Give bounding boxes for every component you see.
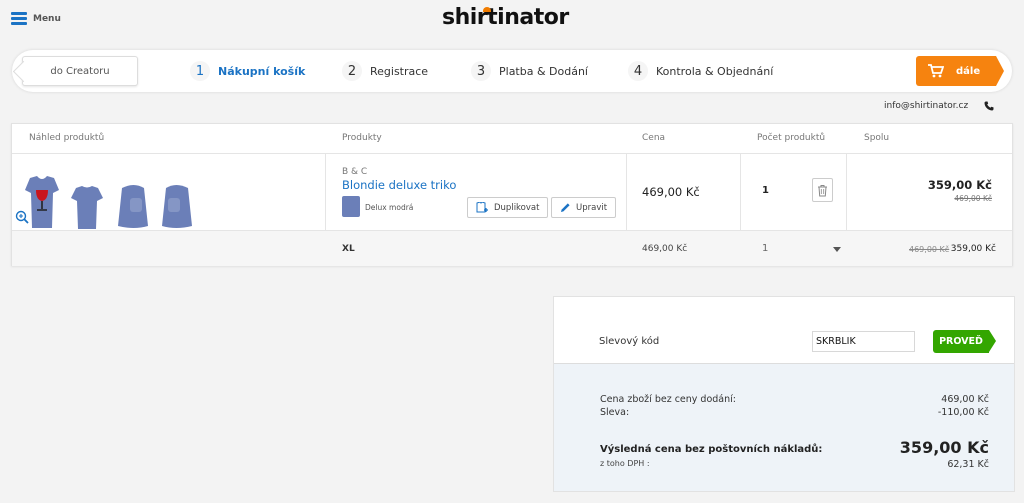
step-label: Nákupní košík (218, 64, 306, 78)
hamburger-icon (11, 12, 27, 25)
trash-icon (818, 184, 827, 196)
logo[interactable]: shirtinator (442, 5, 569, 30)
contact-email[interactable]: info@shirtinator.cz (884, 101, 968, 111)
phone-icon[interactable] (984, 101, 994, 111)
header-divider (12, 153, 1012, 154)
product-thumbnails (24, 176, 196, 230)
step-number: 1 (190, 61, 210, 81)
discount-line-value: -110,00 Kč (937, 407, 989, 418)
logo-accent (483, 7, 491, 12)
color-name: Delux modrá (365, 203, 414, 212)
cart-table: Náhled produktů Produkty Cena Počet prod… (11, 123, 1013, 266)
item-total-old: 469,00 Kč (954, 194, 992, 203)
step-number: 2 (342, 61, 362, 81)
col-header-total: Spolu (864, 133, 890, 143)
checkout-steps: do Creatoru 1 Nákupní košík 2 Registrace… (12, 50, 1012, 92)
size-price: 469,00 Kč (642, 244, 688, 254)
col-header-preview: Náhled produktů (29, 133, 105, 143)
column-divider (846, 153, 847, 230)
duplicate-button[interactable]: Duplikovat (467, 197, 549, 218)
discount-code-input[interactable] (812, 331, 915, 352)
order-summary: Slevový kód PROVEĎ Cena zboží bez ceny d… (553, 296, 1015, 492)
size-value: XL (342, 244, 355, 254)
chevron-down-icon[interactable] (833, 247, 841, 252)
shirt-back-thumbnail[interactable] (70, 186, 104, 230)
step-number: 3 (471, 61, 491, 81)
step-cart: 1 Nákupní košík (190, 61, 305, 81)
vat-label: z toho DPH : (600, 459, 650, 468)
column-divider (740, 153, 741, 230)
menu-label: Menu (33, 13, 61, 24)
duplicate-label: Duplikovat (494, 202, 540, 213)
price-breakdown: Cena zboží bez ceny dodání: 469,00 Kč Sl… (554, 363, 1014, 491)
step-number: 4 (628, 61, 648, 81)
col-header-products: Produkty (342, 133, 382, 143)
discount-line-label: Sleva: (600, 407, 630, 418)
product-brand: B & C (342, 167, 368, 177)
delete-item-button[interactable] (812, 178, 833, 202)
goods-price-label: Cena zboží bez ceny dodání: (600, 394, 736, 405)
final-price-label: Výsledná cena bez poštovních nákladů: (600, 444, 823, 455)
vat-value: 62,31 Kč (947, 459, 989, 470)
step-payment: 3 Platba & Dodání (471, 61, 588, 81)
step-registration: 2 Registrace (342, 61, 428, 81)
column-divider (325, 153, 326, 230)
duplicate-icon (476, 202, 488, 213)
size-total-old: 469,00 Kč (909, 245, 950, 254)
shirt-left-sleeve-thumbnail[interactable] (114, 184, 150, 230)
col-header-price: Cena (642, 133, 666, 143)
step-review: 4 Kontrola & Objednání (628, 61, 773, 81)
color-swatch (342, 196, 360, 217)
col-header-quantity: Počet produktů (757, 133, 826, 143)
shirt-right-sleeve-thumbnail[interactable] (160, 184, 196, 230)
next-label: dále (956, 65, 981, 77)
zoom-icon[interactable] (15, 210, 29, 224)
next-button[interactable]: dále (916, 56, 1004, 86)
size-quantity-select[interactable]: 1 (762, 243, 768, 254)
item-quantity: 1 (762, 185, 769, 196)
discount-code-label: Slevový kód (599, 336, 660, 347)
step-label: Platba & Dodání (499, 64, 588, 78)
column-divider (626, 153, 627, 230)
step-label: Kontrola & Objednání (656, 64, 774, 78)
step-label: Registrace (370, 64, 429, 78)
edit-label: Upravit (576, 202, 608, 213)
cart-icon (928, 64, 944, 78)
shirt-front-print-thumbnail[interactable] (24, 176, 60, 230)
apply-discount-button[interactable]: PROVEĎ (933, 330, 996, 353)
goods-price-value: 469,00 Kč (941, 394, 989, 405)
final-price-value: 359,00 Kč (899, 438, 989, 457)
product-name-link[interactable]: Blondie deluxe triko (342, 178, 456, 192)
size-total: 359,00 Kč (950, 244, 996, 254)
back-to-creator-button[interactable]: do Creatoru (22, 56, 138, 86)
pencil-icon (561, 203, 570, 212)
item-total: 359,00 Kč (927, 178, 992, 192)
menu-button[interactable]: Menu (11, 12, 61, 25)
edit-button[interactable]: Upravit (551, 197, 617, 218)
item-price: 469,00 Kč (642, 185, 700, 199)
size-row: XL 469,00 Kč 1 469,00 Kč 359,00 Kč (12, 230, 1012, 266)
